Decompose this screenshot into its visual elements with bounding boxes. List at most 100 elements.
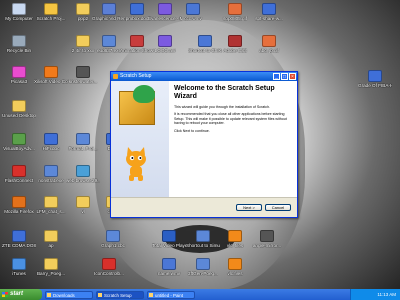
desktop-icon[interactable]: kristenwater... xyxy=(66,66,100,84)
desktop-icon[interactable]: VisualBoyAdv... xyxy=(2,133,36,151)
file-icon xyxy=(228,35,242,47)
desktop-icon[interactable]: ap xyxy=(34,230,68,248)
file-icon xyxy=(196,258,210,270)
file-icon xyxy=(12,100,26,112)
system-tray: 11:13 AM xyxy=(350,289,400,300)
desktop-icon-label: LFM_chat_s... xyxy=(36,209,66,214)
desktop-icon[interactable]: Grade Of FIBA-Hallow... xyxy=(358,70,392,88)
taskbar-item-downloads[interactable]: Downloads xyxy=(45,290,93,299)
desktop-icon[interactable]: vlc_files xyxy=(218,230,252,248)
desktop-icon[interactable]: Graph1.cbc xyxy=(96,230,130,248)
file-icon xyxy=(12,258,26,270)
file-icon xyxy=(130,35,144,47)
desktop-icon[interactable]: abc_jb.gif xyxy=(252,35,286,53)
maximize-button[interactable]: □ xyxy=(281,73,288,80)
desktop-icon-label: VisualBoyAdv... xyxy=(3,146,35,151)
desktop-icon[interactable]: nonstrat.exe xyxy=(34,165,68,183)
setup-dialog[interactable]: Scratch Setup _ □ × Welcome to the Scrat… xyxy=(110,71,298,218)
dialog-title: Scratch Setup xyxy=(120,73,152,79)
setup-icon xyxy=(98,292,102,297)
desktop-icon-label: Mozilla Firefox xyxy=(4,209,34,214)
desktop-icon[interactable]: FlashConnect xyxy=(2,165,36,183)
desktop-icon[interactable]: LFM_chat_s... xyxy=(34,196,68,214)
desktop-icon-label: Graph1.cbc xyxy=(101,243,125,248)
desktop-icon-label: Recycle Bin xyxy=(6,48,32,53)
desktop-icon-label: vlc.files xyxy=(227,271,243,276)
desktop-icon-label: spt-share-w... xyxy=(255,16,283,21)
desktop-icon[interactable]: Recycle Bin xyxy=(2,35,36,53)
file-icon xyxy=(262,35,276,47)
file-icon xyxy=(76,196,90,208)
taskbar-item-label: Scratch Setup xyxy=(104,292,132,298)
desktop-icon-label: Scratch Proj... xyxy=(36,16,66,21)
desktop-icon[interactable]: ccc.wmv xyxy=(176,3,210,21)
paint-icon xyxy=(149,292,153,297)
desktop-icon[interactable]: Total Video Player xyxy=(152,230,186,248)
taskbar-item-scratch-setup[interactable]: Scratch Setup xyxy=(96,290,144,299)
cancel-button[interactable]: Cancel xyxy=(265,204,291,211)
desktop-icon[interactable]: Adobe CS3 xyxy=(218,35,252,53)
desktop-icon-label: kristenwater... xyxy=(68,79,98,84)
taskbar-item-label: Downloads xyxy=(53,292,75,298)
desktop-icon[interactable]: 3ftGen-Poeg... xyxy=(186,258,220,276)
wizard-side-panel xyxy=(111,81,169,198)
file-icon xyxy=(12,66,26,78)
desktop-icon[interactable]: ZTE CDMA DOS MODEM xyxy=(2,230,36,248)
desktop-icon-label: ccc.wmv xyxy=(184,16,202,21)
desktop-icon[interactable]: name.wmv xyxy=(152,258,186,276)
desktop-icon[interactable]: spt-share-w... xyxy=(252,3,286,21)
desktop-icon[interactable]: Barry_Poeg... xyxy=(34,258,68,276)
file-icon xyxy=(368,70,382,82)
close-button[interactable]: × xyxy=(289,73,296,80)
desktop-icon[interactable]: Mozilla Firefox xyxy=(2,196,36,214)
desktop-icon[interactable]: Shortcut to Simu.exe xyxy=(186,230,220,248)
wizard-button-bar: Next > Cancel xyxy=(111,197,297,217)
minimize-button[interactable]: _ xyxy=(273,73,280,80)
desktop-icon-label: nonstrat.exe xyxy=(38,178,64,183)
file-icon xyxy=(44,230,58,242)
file-icon xyxy=(44,165,58,177)
file-icon xyxy=(44,66,58,78)
green-arrow-icon xyxy=(133,85,155,103)
desktop-icon[interactable]: Shortcut to ChiKaddi97.exe xyxy=(188,35,222,53)
taskbar-item-paint[interactable]: untitled - Paint xyxy=(147,290,195,299)
desktop-icon[interactable]: Unused Desktop... xyxy=(2,100,36,118)
dialog-title-bar[interactable]: Scratch Setup _ □ × xyxy=(111,72,297,81)
desktop-icon-label: web browser29... xyxy=(66,178,100,183)
file-icon xyxy=(12,133,26,145)
desktop-icon[interactable]: My Computer xyxy=(2,3,36,21)
desktop-icon-label: Adobe CS3 xyxy=(223,48,247,53)
taskbar-item-label: untitled - Paint xyxy=(155,292,184,298)
file-icon xyxy=(196,230,210,242)
desktop-icon[interactable]: iTunes xyxy=(2,258,36,276)
wizard-paragraph-2: It is recommended that you close all oth… xyxy=(174,112,287,126)
desktop-icon[interactable]: Xilisoft Video Converter xyxy=(34,66,68,84)
desktop-icon[interactable]: vl xyxy=(66,196,100,214)
file-icon xyxy=(12,196,26,208)
file-icon xyxy=(12,35,26,47)
desktop-icon[interactable]: vlc.files xyxy=(218,258,252,276)
desktop-icon[interactable]: LOGO.avi xyxy=(148,35,182,53)
wizard-paragraph-1: This wizard will guide you through the i… xyxy=(174,105,271,109)
next-button[interactable]: Next > xyxy=(236,204,262,211)
file-icon xyxy=(228,258,242,270)
desktop-icon[interactable]: IconControlb... xyxy=(92,258,126,276)
scratch-cat-icon xyxy=(126,147,146,181)
file-icon xyxy=(102,3,116,15)
desktop-icon[interactable]: Scratch Proj... xyxy=(34,3,68,21)
desktop-icon[interactable]: HiFi.doc xyxy=(34,133,68,151)
desktop-icon[interactable]: Format_Proj... xyxy=(66,133,100,151)
desktop-icon[interactable]: sop0805.gif xyxy=(218,3,252,21)
desktop-icon[interactable]: angle-mirror... xyxy=(250,230,284,248)
wizard-content: Welcome to the Scratch Setup Wizard This… xyxy=(169,81,297,198)
file-icon xyxy=(102,258,116,270)
file-icon xyxy=(12,165,26,177)
start-button[interactable]: start xyxy=(0,289,42,300)
file-icon xyxy=(158,35,172,47)
desktop-icon[interactable]: web browser29... xyxy=(66,165,100,183)
clock[interactable]: 11:13 AM xyxy=(377,292,396,297)
file-icon xyxy=(186,3,200,15)
desktop-icon-label: vl xyxy=(81,209,85,214)
desktop-icon[interactable]: Picasa3 xyxy=(2,66,36,84)
file-icon xyxy=(262,3,276,15)
